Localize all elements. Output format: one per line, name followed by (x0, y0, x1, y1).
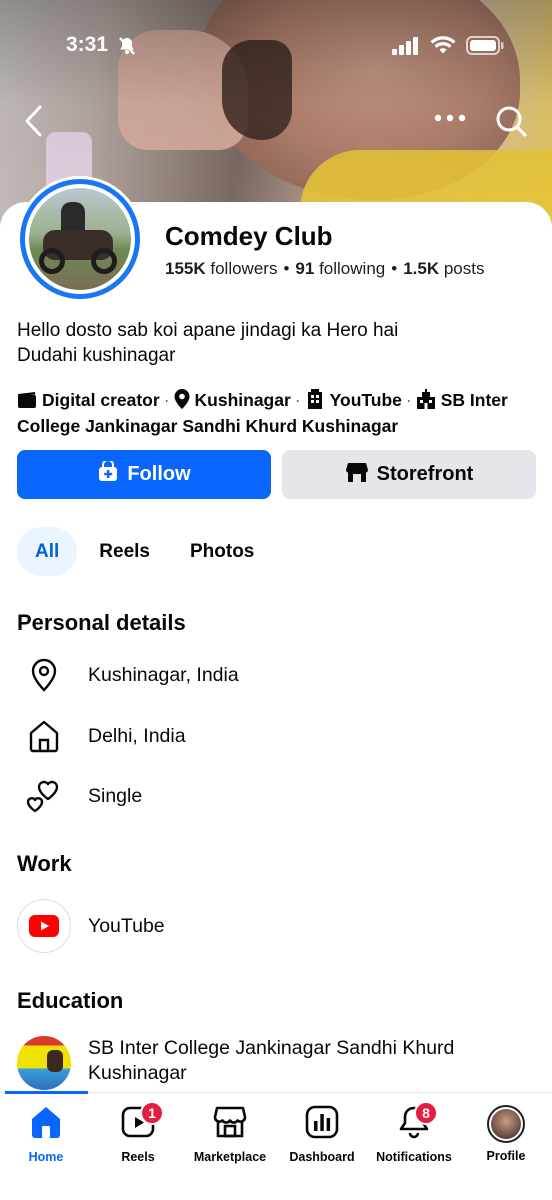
search-button[interactable] (494, 104, 528, 143)
battery-icon (466, 36, 504, 60)
detail-text: Kushinagar, India (88, 663, 239, 686)
school-prefix-text: SB (440, 390, 466, 410)
notifications-badge: 8 (414, 1101, 438, 1125)
nav-label: Reels (121, 1150, 155, 1164)
storefront-button[interactable]: Storefront (282, 450, 536, 499)
category-text: Digital creator (42, 390, 160, 410)
profile-stats: 155K followers • 91 following • 1.5K posts (165, 259, 485, 278)
profile-avatar-icon (487, 1105, 525, 1143)
nav-label: Profile (486, 1149, 526, 1163)
storefront-label: Storefront (376, 463, 474, 485)
work-text: YouTube (329, 390, 402, 410)
youtube-logo-icon (17, 899, 71, 953)
dashboard-icon (305, 1105, 339, 1144)
silent-bell-icon (117, 36, 137, 61)
hearts-icon (17, 779, 71, 813)
bio-line: Dudahi kushinagar (17, 345, 176, 366)
education-row[interactable]: SB Inter College Jankinagar Sandhi Khurd… (17, 1036, 454, 1090)
profile-name: Comdey Club (165, 221, 333, 251)
follow-label: Follow (127, 463, 191, 485)
work-row-youtube[interactable]: YouTube (17, 899, 165, 953)
nav-home[interactable]: Home (0, 1105, 92, 1164)
status-bar: 3:31 (0, 0, 552, 90)
status-time: 3:31 (66, 33, 109, 56)
location-pin-icon (17, 658, 71, 692)
active-tab-indicator (5, 1091, 88, 1094)
tab-photos[interactable]: Photos (172, 527, 272, 576)
nav-label: Dashboard (289, 1150, 355, 1164)
back-button[interactable] (20, 104, 46, 143)
profile-avatar[interactable] (17, 176, 143, 302)
posts-label: posts (443, 259, 485, 278)
nav-profile[interactable]: Profile (460, 1105, 552, 1163)
profile-photo (29, 188, 131, 290)
nav-label: Marketplace (193, 1150, 267, 1164)
clapperboard-icon (17, 391, 37, 415)
nav-label: Home (28, 1150, 64, 1164)
nav-label: Notifications (376, 1150, 452, 1164)
bio-line: Hello dosto sab koi apane jindagi ka Her… (17, 320, 399, 341)
followers-count[interactable]: 155K (165, 259, 206, 278)
detail-text: Single (88, 784, 143, 807)
school-thumbnail (17, 1036, 71, 1090)
follow-button[interactable]: Follow (17, 450, 271, 499)
following-label[interactable]: following (319, 259, 385, 278)
nav-reels[interactable]: 1 Reels (92, 1101, 184, 1164)
home-icon (17, 719, 71, 753)
story-ring (20, 179, 140, 299)
cellular-signal-icon (392, 36, 420, 60)
tab-all[interactable]: All (17, 527, 78, 576)
bottom-tab-bar: Home 1 Reels Marketplace Dashboard 8 Not… (0, 1092, 552, 1200)
follow-add-icon (97, 458, 119, 489)
location-text: Kushinagar (194, 390, 291, 410)
school-icon (416, 389, 436, 415)
nav-notifications[interactable]: 8 Notifications (368, 1101, 460, 1164)
work-text: YouTube (88, 914, 165, 937)
following-count[interactable]: 91 (295, 259, 314, 278)
profile-bio: Hello dosto sab koi apane jindagi ka Her… (17, 318, 398, 368)
profile-details-summary: Digital creator · Kushinagar · YouTube · SB In… (17, 389, 508, 436)
location-pin-icon (174, 389, 190, 415)
detail-row-current-city[interactable]: Kushinagar, India (17, 658, 239, 692)
storefront-icon (345, 461, 369, 489)
work-title: Work (17, 851, 72, 876)
work-building-icon (305, 389, 325, 415)
nav-marketplace[interactable]: Marketplace (184, 1105, 276, 1164)
detail-text: Delhi, India (88, 724, 186, 747)
more-options-button[interactable] (433, 108, 467, 133)
education-title: Education (17, 988, 124, 1013)
tab-reels[interactable]: Reels (81, 527, 168, 576)
home-icon (29, 1105, 63, 1144)
wifi-icon (430, 36, 456, 60)
posts-count: 1.5K (403, 259, 440, 278)
profile-tabs: All Reels Photos (17, 527, 272, 576)
detail-row-relationship[interactable]: Single (17, 779, 142, 813)
followers-label[interactable]: followers (210, 259, 277, 278)
marketplace-icon (213, 1105, 247, 1144)
reels-badge: 1 (140, 1101, 164, 1125)
nav-dashboard[interactable]: Dashboard (276, 1105, 368, 1164)
personal-details-title: Personal details (17, 610, 186, 635)
education-text: SB Inter College Jankinagar Sandhi Khurd… (88, 1037, 455, 1084)
detail-row-hometown[interactable]: Delhi, India (17, 719, 186, 753)
